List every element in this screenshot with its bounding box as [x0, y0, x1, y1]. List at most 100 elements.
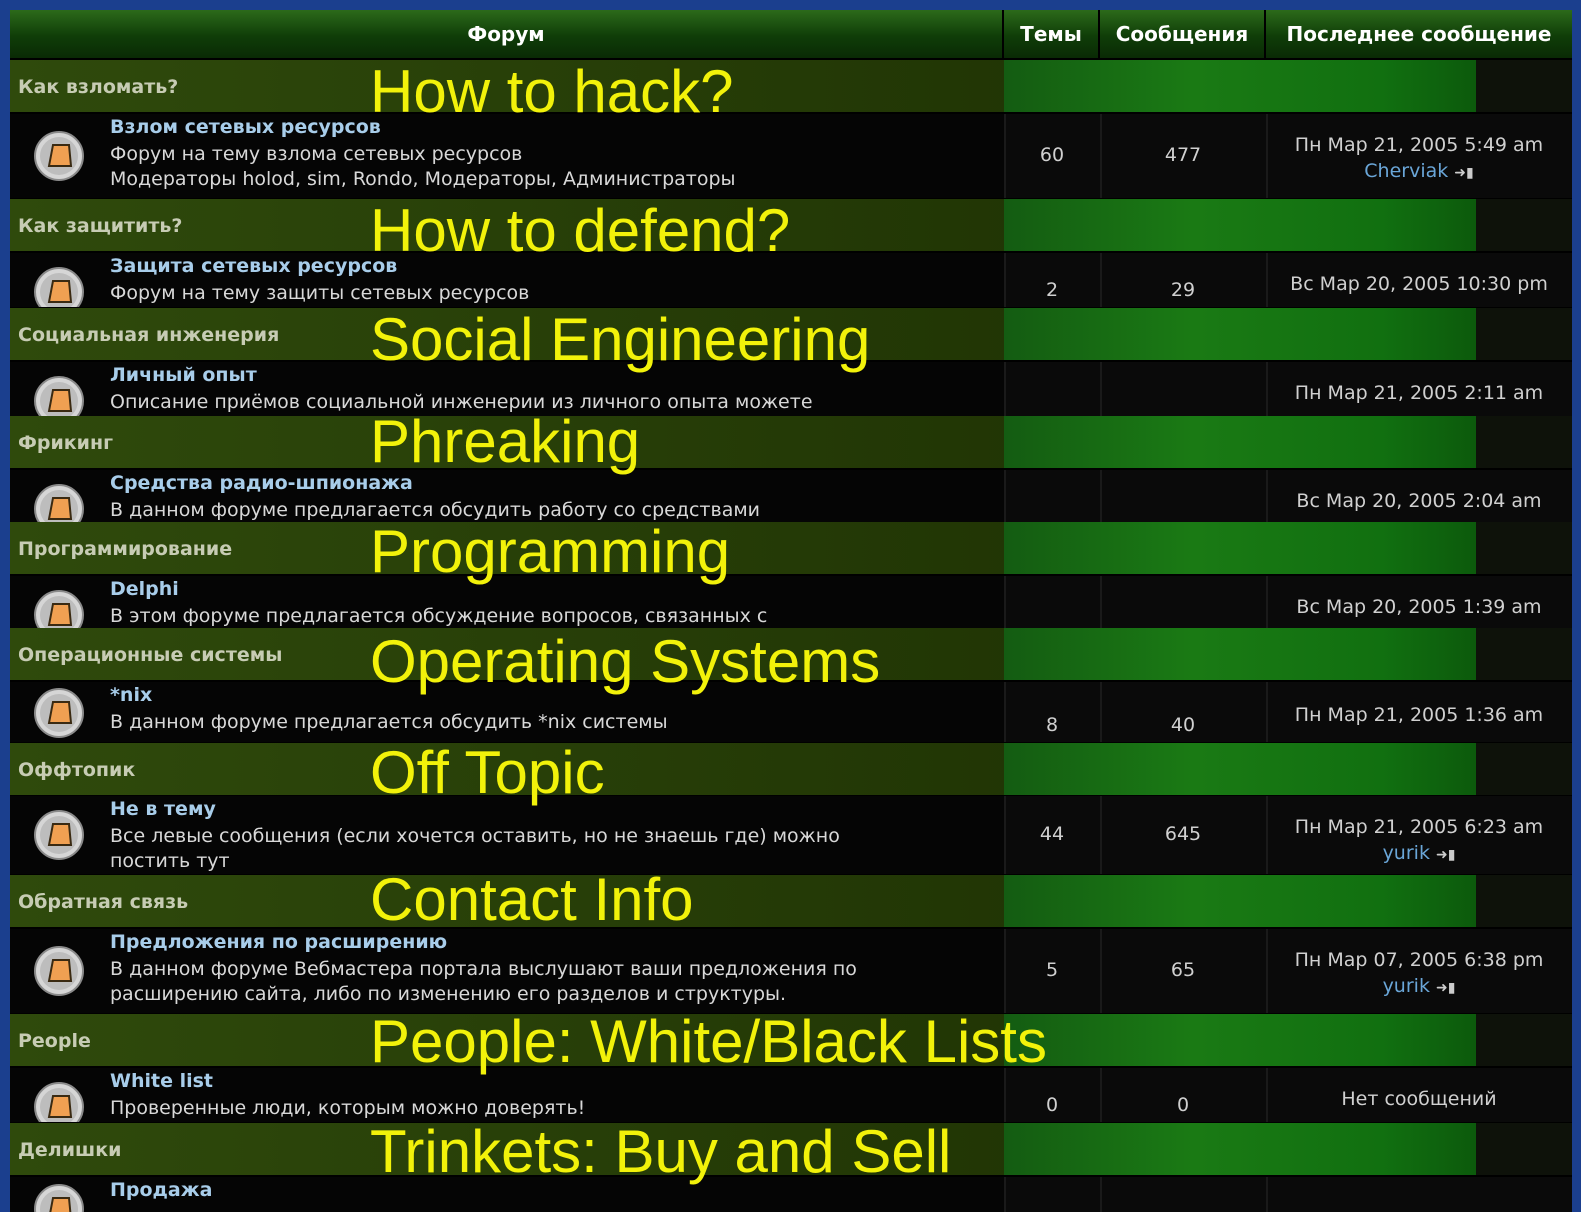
- forum-folder-icon: [32, 374, 86, 416]
- category-title[interactable]: Как взломать?: [18, 60, 178, 112]
- header-forum: Форум: [10, 10, 1004, 58]
- forum-title-link[interactable]: Личный опыт: [110, 364, 257, 386]
- forum-description: В этом форуме предлагается обсуждение во…: [110, 604, 990, 629]
- posts-cell: [1100, 362, 1266, 416]
- category-bar: [1004, 875, 1476, 927]
- last-post-user-link[interactable]: yurik ➜▮: [1266, 975, 1572, 997]
- forum-row: Предложения по расширению В данном форуме…: [10, 929, 1572, 1013]
- last-post-cell: [1266, 114, 1572, 198]
- last-post-user-link[interactable]: Cherviak ➜▮: [1266, 160, 1572, 182]
- posts-count: 0: [1176, 1094, 1190, 1116]
- topics-cell: [1004, 362, 1100, 416]
- forum-description-line: Все левые сообщения (если хочется остави…: [110, 825, 840, 847]
- category-bar-end: [1476, 416, 1572, 468]
- last-post-username[interactable]: Cherviak: [1364, 160, 1448, 182]
- category-title[interactable]: People: [18, 1014, 91, 1066]
- latest-post-icon[interactable]: ➜▮: [1436, 847, 1455, 863]
- forum-title-link[interactable]: Предложения по расширению: [110, 931, 447, 953]
- forum-row: Защита сетевых ресурсов Форум на тему защ…: [10, 253, 1572, 307]
- category-header: Фрикинг: [10, 416, 1572, 468]
- forum-title-link[interactable]: Взлом сетевых ресурсов: [110, 116, 381, 138]
- forum-row: Средства радио-шпионажа В данном форуме п…: [10, 470, 1572, 524]
- category-title[interactable]: Оффтопик: [18, 743, 135, 795]
- header-posts: Сообщения: [1100, 10, 1266, 58]
- translation-overlay: People: White/Black Lists: [370, 1008, 1047, 1075]
- translation-overlay: How to defend?: [370, 197, 791, 264]
- topics-count: 8: [1045, 714, 1059, 736]
- category-bar-end: [1476, 199, 1572, 251]
- posts-count: 645: [1164, 823, 1202, 845]
- category-bar-end: [1476, 628, 1572, 680]
- category-bar-end: [1476, 60, 1572, 112]
- posts-cell: [1100, 1177, 1266, 1212]
- forum-folder-icon: [32, 686, 86, 740]
- latest-post-icon[interactable]: ➜▮: [1436, 980, 1455, 996]
- header-topics: Темы: [1004, 10, 1100, 58]
- category-title[interactable]: Фрикинг: [18, 416, 113, 468]
- forum-row: Взлом сетевых ресурсов Форум на тему взло…: [10, 114, 1572, 198]
- forum-folder-icon: [32, 1182, 86, 1212]
- topics-cell: [1004, 470, 1100, 524]
- forum-description-line: Форум на тему защиты сетевых ресурсов: [110, 282, 530, 304]
- forum-title-link[interactable]: Защита сетевых ресурсов: [110, 255, 397, 277]
- last-post-user-link[interactable]: yurik ➜▮: [1266, 842, 1572, 864]
- forum-title-link[interactable]: *nix: [110, 684, 152, 706]
- forum-title-link[interactable]: Не в тему: [110, 798, 216, 820]
- forum-description: Форум на тему взлома сетевых ресурсов Мод…: [110, 142, 990, 192]
- category-header: Обратная связь: [10, 875, 1572, 927]
- category-bar: [1004, 1123, 1476, 1175]
- forum-title-link[interactable]: Средства радио-шпионажа: [110, 472, 413, 494]
- category-title[interactable]: Программирование: [18, 522, 232, 574]
- category-bar-end: [1476, 743, 1572, 795]
- category-bar: [1004, 60, 1476, 112]
- category-title[interactable]: Социальная инженерия: [18, 308, 279, 360]
- translation-overlay: Trinkets: Buy and Sell: [370, 1118, 952, 1185]
- posts-count: 65: [1170, 959, 1196, 981]
- topics-count: 0: [1045, 1094, 1059, 1116]
- category-title[interactable]: Обратная связь: [18, 875, 188, 927]
- category-header: Оффтопик: [10, 743, 1572, 795]
- posts-cell: [1100, 470, 1266, 524]
- translation-overlay: Off Topic: [370, 739, 605, 806]
- category-title[interactable]: Операционные системы: [18, 628, 282, 680]
- forum-title-link[interactable]: White list: [110, 1070, 213, 1092]
- category-bar-end: [1476, 1014, 1572, 1066]
- category-bar-end: [1476, 875, 1572, 927]
- last-post-cell: [1266, 929, 1572, 1013]
- last-post-date: Пн Мар 21, 2005 1:36 am: [1294, 704, 1544, 726]
- forum-folder-icon: [32, 588, 86, 630]
- category-bar: [1004, 308, 1476, 360]
- category-bar: [1004, 1014, 1476, 1066]
- category-header: Как защитить?: [10, 199, 1572, 251]
- posts-count: 477: [1164, 144, 1202, 166]
- forum-title-link[interactable]: Delphi: [110, 578, 179, 600]
- forum-folder-icon: [32, 1080, 86, 1122]
- last-post-date: Нет сообщений: [1341, 1088, 1497, 1110]
- topics-count: 60: [1039, 144, 1065, 166]
- forum-folder-icon: [32, 808, 86, 862]
- topics-cell: [1004, 1177, 1100, 1212]
- forum-description: В данном форуме Вебмастера портала выслу…: [110, 957, 990, 1007]
- last-post-date: Вс Мар 20, 2005 1:39 am: [1296, 596, 1542, 618]
- last-post-date: Пн Мар 07, 2005 6:38 pm: [1294, 949, 1544, 971]
- category-bar-end: [1476, 522, 1572, 574]
- translation-overlay: Social Engineering: [370, 306, 871, 373]
- category-title[interactable]: Делишки: [18, 1123, 121, 1175]
- topics-cell: [1004, 576, 1100, 630]
- last-post-username[interactable]: yurik: [1383, 842, 1430, 864]
- forum-description-line: расширению сайта, либо по изменению его …: [110, 983, 787, 1005]
- last-post-username[interactable]: yurik: [1383, 975, 1430, 997]
- forum-row: White list Проверенные люди, которым можн…: [10, 1068, 1572, 1122]
- forum-title-link[interactable]: Продажа: [110, 1179, 212, 1201]
- latest-post-icon[interactable]: ➜▮: [1454, 165, 1473, 181]
- category-bar: [1004, 628, 1476, 680]
- forum-description-line: В этом форуме предлагается обсуждение во…: [110, 605, 768, 627]
- forum-folder-icon: [32, 482, 86, 524]
- category-header: Программирование: [10, 522, 1572, 574]
- last-post-date: Пн Мар 21, 2005 6:23 am: [1294, 816, 1544, 838]
- category-title[interactable]: Как защитить?: [18, 199, 182, 251]
- header-last-post: Последнее сообщение: [1266, 10, 1572, 58]
- last-post-date: Пн Мар 21, 2005 5:49 am: [1294, 134, 1544, 156]
- translation-overlay: Contact Info: [370, 866, 694, 933]
- topics-count: 5: [1045, 959, 1059, 981]
